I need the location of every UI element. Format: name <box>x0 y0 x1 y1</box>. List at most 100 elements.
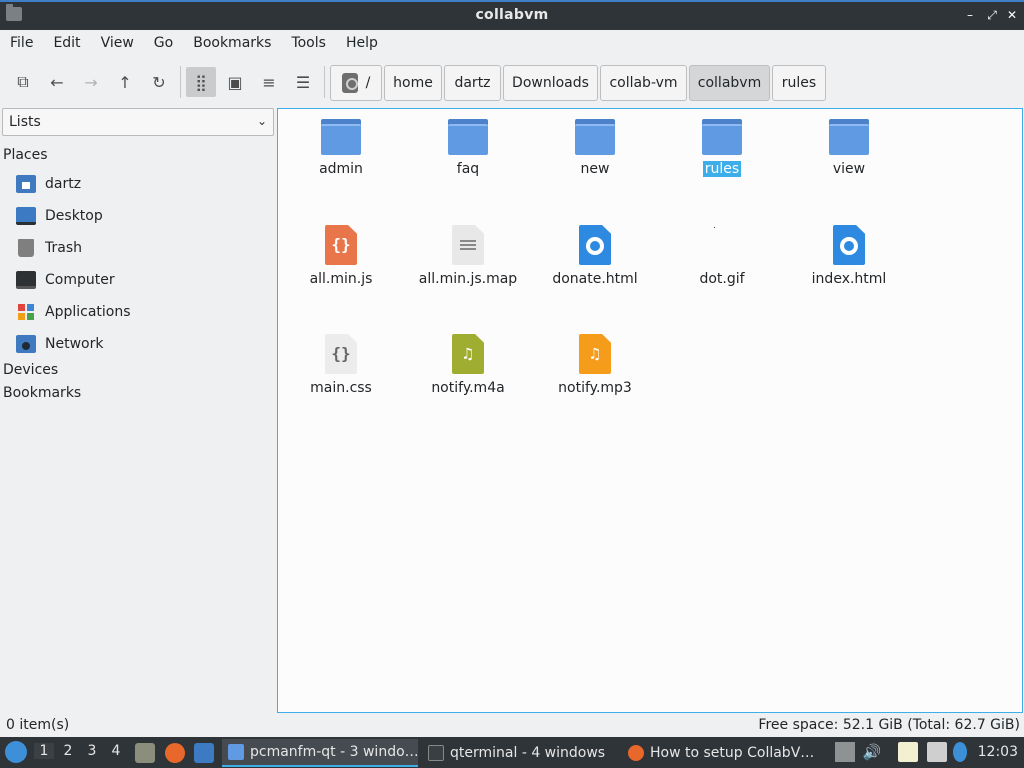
workspace-4[interactable]: 4 <box>106 743 126 759</box>
folder-icon <box>228 744 244 760</box>
desktop-launcher-icon[interactable] <box>194 743 214 763</box>
toolbar-separator <box>324 66 325 98</box>
thumbnail-view-icon[interactable]: ▣ <box>220 67 250 97</box>
sidebar-view-select[interactable]: Lists ⌄ <box>2 108 274 136</box>
notification-icon[interactable] <box>953 742 967 762</box>
file-item-view[interactable]: view <box>789 119 909 177</box>
taskbar: 1 2 3 4 pcmanfm-qt - 3 windo… qterminal … <box>0 737 1024 768</box>
menu-bookmarks[interactable]: Bookmarks <box>187 35 277 51</box>
file-name: admin <box>319 161 363 177</box>
sidebar-item-computer[interactable]: Computer <box>16 268 115 292</box>
file-item-faq[interactable]: faq <box>408 119 528 177</box>
forward-arrow-icon[interactable]: → <box>76 67 106 97</box>
menu-view[interactable]: View <box>95 35 140 51</box>
gif-thumbnail-icon <box>706 225 738 265</box>
file-item-all-min-js[interactable]: {} all.min.js <box>281 225 401 287</box>
menu-go[interactable]: Go <box>148 35 179 51</box>
status-bar: 0 item(s) Free space: 52.1 GiB (Total: 6… <box>0 715 1024 737</box>
firefox-launcher-icon[interactable] <box>165 743 185 763</box>
new-tab-icon[interactable]: ⧉ <box>8 67 38 97</box>
window-title: collabvm <box>475 7 549 23</box>
breadcrumb-rules[interactable]: rules <box>772 65 826 101</box>
toolbar-separator <box>180 66 181 98</box>
breadcrumb-collabvm[interactable]: collabvm <box>689 65 770 101</box>
file-item-new[interactable]: new <box>535 119 655 177</box>
bookmarks-header[interactable]: Bookmarks <box>3 385 81 401</box>
file-item-main-css[interactable]: {} main.css <box>281 334 401 396</box>
minimize-button[interactable]: – <box>962 7 978 23</box>
file-name: index.html <box>811 271 887 287</box>
icon-view-icon[interactable]: ⣿ <box>186 67 216 97</box>
file-name-selected: rules <box>702 161 742 177</box>
network-icon <box>16 335 36 353</box>
file-item-rules[interactable]: rules <box>662 119 782 177</box>
up-arrow-icon[interactable]: ↑ <box>110 67 140 97</box>
sidebar-item-applications[interactable]: Applications <box>16 300 131 324</box>
javascript-file-icon: {} <box>325 225 357 265</box>
menu-edit[interactable]: Edit <box>47 35 86 51</box>
volume-icon[interactable]: 🔊 <box>862 742 882 762</box>
close-button[interactable]: ✕ <box>1004 7 1020 23</box>
sidebar-item-label: Applications <box>45 304 131 320</box>
breadcrumb-root[interactable]: / <box>330 65 382 101</box>
file-item-all-min-js-map[interactable]: all.min.js.map <box>408 225 528 287</box>
breadcrumb-home[interactable]: home <box>384 65 442 101</box>
task-pcmanfm[interactable]: pcmanfm-qt - 3 windo… <box>222 739 418 767</box>
back-arrow-icon[interactable]: ← <box>42 67 72 97</box>
notes-tray-icon[interactable] <box>898 742 918 762</box>
start-menu-icon[interactable] <box>5 741 27 763</box>
sidebar-item-trash[interactable]: Trash <box>16 236 82 260</box>
file-item-notify-m4a[interactable]: ♫ notify.m4a <box>408 334 528 396</box>
file-name: dot.gif <box>699 271 745 287</box>
file-name: main.css <box>310 380 372 396</box>
task-label: pcmanfm-qt - 3 windo… <box>250 744 418 760</box>
compact-view-icon[interactable]: ≡ <box>254 67 284 97</box>
workspace-2[interactable]: 2 <box>58 743 78 759</box>
file-name: notify.mp3 <box>558 380 632 396</box>
breadcrumb-collab-vm[interactable]: collab-vm <box>600 65 687 101</box>
breadcrumb-downloads[interactable]: Downloads <box>503 65 598 101</box>
sidebar-item-label: Desktop <box>45 208 103 224</box>
html-file-icon <box>579 225 611 265</box>
file-item-admin[interactable]: admin <box>281 119 401 177</box>
menu-bar: File Edit View Go Bookmarks Tools Help <box>0 30 1024 56</box>
sidebar-item-dartz[interactable]: dartz <box>16 172 81 196</box>
file-item-index-html[interactable]: index.html <box>789 225 909 287</box>
breadcrumb-dartz[interactable]: dartz <box>444 65 501 101</box>
item-count: 0 item(s) <box>6 717 70 733</box>
maximize-button[interactable]: ⤢ <box>984 7 1000 23</box>
menu-tools[interactable]: Tools <box>285 35 332 51</box>
folder-icon <box>702 119 742 155</box>
detailed-view-icon[interactable]: ☰ <box>288 67 318 97</box>
sidebar-item-network[interactable]: Network <box>16 332 103 356</box>
task-firefox[interactable]: How to setup CollabV… <box>622 739 818 767</box>
network-tray-icon[interactable] <box>927 742 947 762</box>
clock[interactable]: 12:03 <box>978 744 1018 760</box>
folder-icon <box>448 119 488 155</box>
file-item-notify-mp3[interactable]: ♫ notify.mp3 <box>535 334 655 396</box>
file-manager-launcher-icon[interactable] <box>135 743 155 763</box>
file-name: faq <box>456 161 480 177</box>
file-name: all.min.js <box>309 271 373 287</box>
file-item-dot-gif[interactable]: dot.gif <box>662 225 782 287</box>
folder-icon <box>829 119 869 155</box>
file-item-donate-html[interactable]: donate.html <box>535 225 655 287</box>
menu-help[interactable]: Help <box>340 35 384 51</box>
computer-icon <box>16 271 36 289</box>
chevron-down-icon: ⌄ <box>256 114 267 128</box>
file-name: new <box>580 161 610 177</box>
workspace-3[interactable]: 3 <box>82 743 102 759</box>
menu-file[interactable]: File <box>4 35 39 51</box>
toolbar: ⧉ ← → ↑ ↻ ⣿ ▣ ≡ ☰ / home dartz Downloads… <box>0 58 1024 106</box>
select-value: Lists <box>9 114 41 130</box>
devices-header[interactable]: Devices <box>3 362 58 378</box>
file-name: view <box>832 161 866 177</box>
task-qterminal[interactable]: qterminal - 4 windows <box>422 739 618 767</box>
sidebar-item-label: Trash <box>45 240 82 256</box>
sidebar-item-desktop[interactable]: Desktop <box>16 204 103 228</box>
clipboard-tray-icon[interactable] <box>835 742 855 762</box>
reload-icon[interactable]: ↻ <box>144 67 174 97</box>
file-view[interactable]: admin faq new rules view {} all.min.js a… <box>277 108 1023 713</box>
file-name: notify.m4a <box>431 380 505 396</box>
workspace-1[interactable]: 1 <box>34 743 54 759</box>
